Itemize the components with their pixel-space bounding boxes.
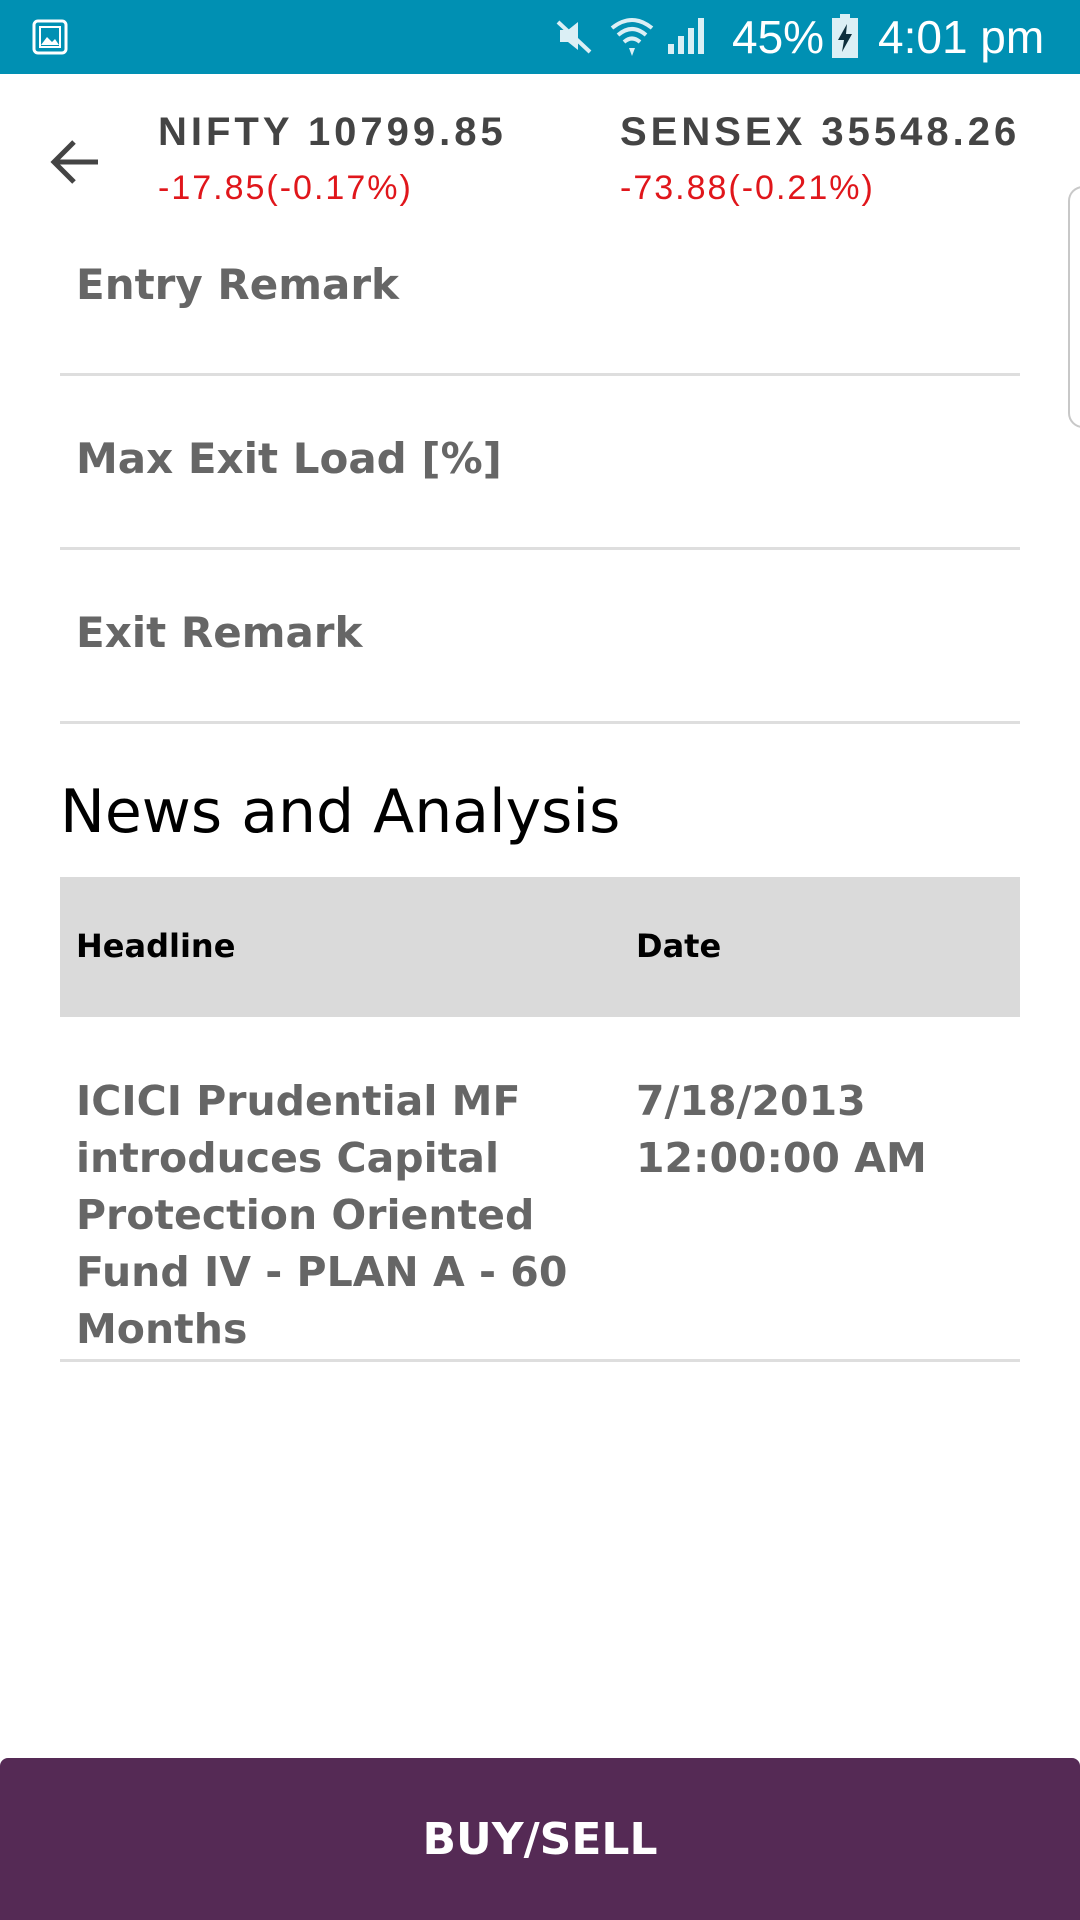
scroll-indicator[interactable] bbox=[1068, 186, 1080, 428]
sensex-value: SENSEX 35548.26 bbox=[620, 110, 1021, 154]
wifi-icon bbox=[610, 18, 654, 56]
clock: 4:01 pm bbox=[878, 11, 1045, 63]
field-exit-remark: Exit Remark bbox=[60, 550, 1020, 724]
column-header-headline: Headline bbox=[76, 927, 236, 965]
status-bar: 45% 4:01 pm bbox=[0, 0, 1080, 74]
nifty-ticker: NIFTY 10799.85 -17.85(-0.17%) bbox=[158, 108, 507, 210]
field-label: Entry Remark bbox=[76, 260, 399, 309]
sensex-ticker: SENSEX 35548.26 -73.88(-0.21%) bbox=[620, 108, 1020, 210]
field-label: Max Exit Load [%] bbox=[76, 434, 502, 483]
battery-charging-icon bbox=[832, 14, 858, 58]
battery-percentage: 45% bbox=[732, 11, 825, 63]
gallery-icon bbox=[32, 19, 68, 55]
column-header-date: Date bbox=[636, 927, 722, 965]
field-entry-remark: Entry Remark bbox=[60, 202, 1020, 376]
news-table-header: Headline Date bbox=[60, 877, 1020, 1017]
table-row[interactable]: ICICI Prudential MF introduces Capital P… bbox=[60, 1017, 1020, 1362]
field-label: Exit Remark bbox=[76, 608, 363, 657]
buy-sell-button[interactable]: BUY/SELL bbox=[0, 1758, 1080, 1920]
back-arrow-icon[interactable] bbox=[44, 130, 108, 194]
nifty-value: NIFTY 10799.85 bbox=[158, 110, 507, 154]
news-date: 7/18/2013 12:00:00 AM bbox=[636, 1077, 927, 1182]
section-title: News and Analysis bbox=[60, 777, 621, 847]
signal-icon bbox=[668, 18, 704, 54]
news-headline: ICICI Prudential MF introduces Capital P… bbox=[76, 1077, 568, 1353]
mute-icon bbox=[556, 20, 592, 54]
field-max-exit-load: Max Exit Load [%] bbox=[60, 376, 1020, 550]
